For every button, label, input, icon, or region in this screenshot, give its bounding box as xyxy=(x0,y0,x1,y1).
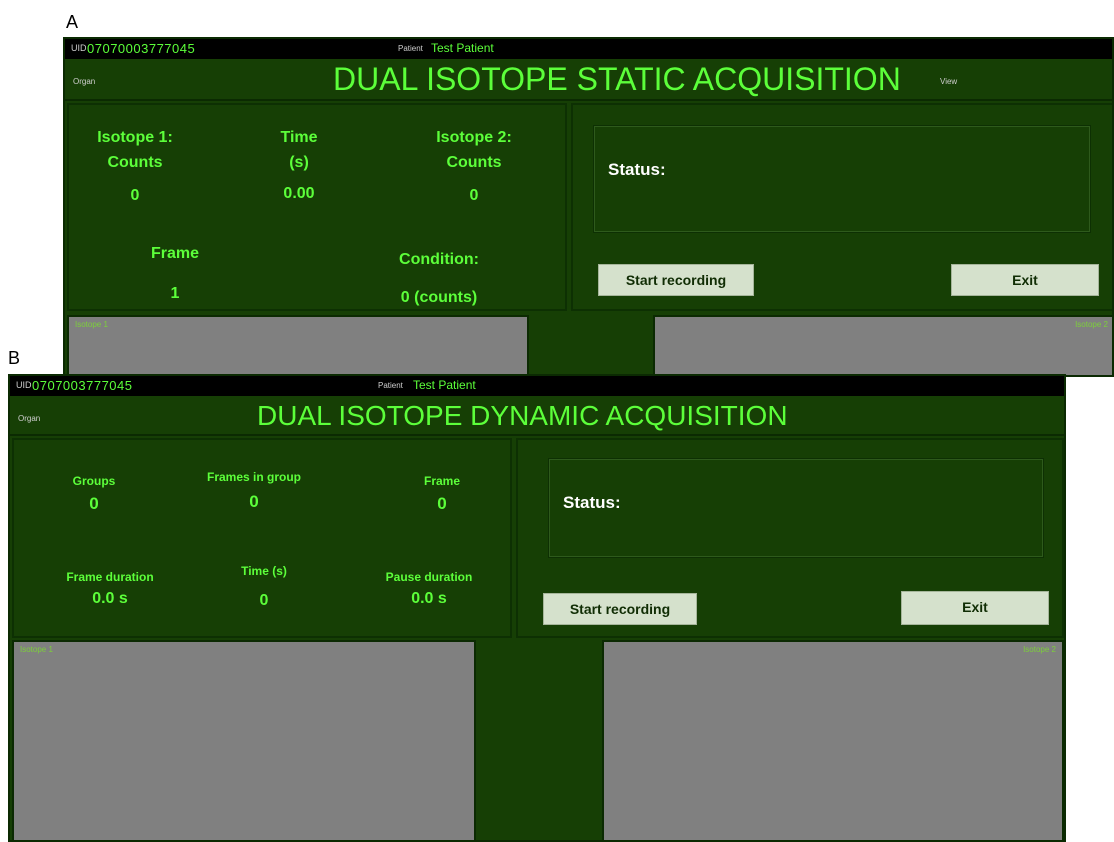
isotope1-counts-value: 0 xyxy=(130,187,140,204)
counters-panel: Isotope 1: Counts 0 Time (s) 0.00 Isotop… xyxy=(67,103,567,311)
time-value: 0.00 xyxy=(283,185,315,202)
frame-field: Frame 1 xyxy=(125,245,225,303)
patient-label: Patient xyxy=(378,381,403,390)
frame-value: 1 xyxy=(170,285,180,302)
isotope2-counts-value: 0 xyxy=(469,187,479,204)
patient-label: Patient xyxy=(398,44,423,53)
groups-field: Groups 0 xyxy=(34,474,154,514)
isotope1-counts-label: Counts xyxy=(107,154,163,171)
isotope1-image: Isotope 1 xyxy=(12,640,476,840)
patient-name: Test Patient xyxy=(413,378,476,392)
start-recording-button[interactable]: Start recording xyxy=(598,264,754,296)
time-value: 0 xyxy=(259,592,269,609)
uid-value: 07070003777045 xyxy=(87,41,196,56)
status-label: Status: xyxy=(608,160,666,179)
panel-label-a: A xyxy=(66,12,79,32)
frame-duration-label: Frame duration xyxy=(66,570,154,584)
patient-name: Test Patient xyxy=(431,41,494,55)
pause-duration-field: Pause duration 0.0 s xyxy=(364,570,494,608)
page-title: DUAL ISOTOPE STATIC ACQUISITION xyxy=(333,61,901,97)
frame-duration-field: Frame duration 0.0 s xyxy=(40,570,180,608)
static-acquisition-window: UID 07070003777045 Patient Test Patient … xyxy=(63,37,1114,377)
groups-value: 0 xyxy=(89,494,99,513)
frame-value: 0 xyxy=(437,494,447,513)
isotope2-counts-label: Counts xyxy=(446,154,502,171)
isotope1-counts: Isotope 1: Counts 0 xyxy=(75,125,195,208)
isotope2-image-label: Isotope 2 xyxy=(1023,645,1056,654)
isotope1-image: Isotope 1 xyxy=(67,315,529,375)
isotope1-image-label: Isotope 1 xyxy=(75,320,108,329)
isotope1-image-label: Isotope 1 xyxy=(20,645,53,654)
title-bar: Organ DUAL ISOTOPE DYNAMIC ACQUISITION xyxy=(10,396,1064,436)
frame-duration-value: 0.0 s xyxy=(92,590,128,607)
start-recording-button[interactable]: Start recording xyxy=(543,593,697,625)
isotope2-image-label: Isotope 2 xyxy=(1075,320,1108,329)
view-label[interactable]: View xyxy=(940,77,957,86)
time-label: Time xyxy=(280,129,318,146)
isotope2-image: Isotope 2 xyxy=(602,640,1064,840)
status-box: Status: xyxy=(593,125,1091,233)
status-box: Status: xyxy=(548,458,1044,558)
exit-button[interactable]: Exit xyxy=(901,591,1049,625)
panel-label-b: B xyxy=(8,348,21,368)
patient-info-bar: UID 0707003777045 Patient Test Patient xyxy=(10,376,1064,396)
status-panel: Status: Start recording Exit xyxy=(571,103,1112,311)
organ-label[interactable]: Organ xyxy=(73,77,95,86)
uid-value: 0707003777045 xyxy=(32,378,133,393)
uid-label: UID xyxy=(16,380,32,390)
title-bar: Organ DUAL ISOTOPE STATIC ACQUISITION Vi… xyxy=(65,59,1112,101)
groups-label: Groups xyxy=(72,474,116,488)
isotope2-image: Isotope 2 xyxy=(653,315,1112,375)
time-field: Time (s) 0 xyxy=(214,564,314,610)
isotope2-label: Isotope 2: xyxy=(436,129,512,146)
exit-button[interactable]: Exit xyxy=(951,264,1099,296)
status-label: Status: xyxy=(563,493,621,512)
isotope1-label: Isotope 1: xyxy=(97,129,173,146)
pause-duration-label: Pause duration xyxy=(385,570,473,584)
frame-label: Frame xyxy=(150,245,200,262)
counters-panel: Groups 0 Frames in group 0 Frame 0 Frame… xyxy=(12,438,512,638)
frames-in-group-field: Frames in group 0 xyxy=(184,470,324,512)
frames-in-group-value: 0 xyxy=(249,492,259,511)
time-field: Time (s) 0.00 xyxy=(249,125,349,206)
uid-label: UID xyxy=(71,43,87,53)
condition-field: Condition: 0 (counts) xyxy=(369,251,509,307)
patient-info-bar: UID 07070003777045 Patient Test Patient xyxy=(65,39,1112,59)
time-unit-label: (s) xyxy=(289,154,309,171)
organ-label[interactable]: Organ xyxy=(18,414,40,423)
time-label: Time (s) xyxy=(241,564,287,578)
page-title: DUAL ISOTOPE DYNAMIC ACQUISITION xyxy=(257,400,788,431)
frame-field: Frame 0 xyxy=(392,474,492,514)
pause-duration-value: 0.0 s xyxy=(411,590,447,607)
dynamic-acquisition-window: UID 0707003777045 Patient Test Patient O… xyxy=(8,374,1066,842)
condition-value: 0 (counts) xyxy=(400,289,478,306)
condition-label: Condition: xyxy=(399,251,479,268)
isotope2-counts: Isotope 2: Counts 0 xyxy=(409,125,539,208)
frame-label: Frame xyxy=(423,474,461,488)
status-panel: Status: Start recording Exit xyxy=(516,438,1064,638)
frames-in-group-label: Frames in group xyxy=(206,470,301,484)
